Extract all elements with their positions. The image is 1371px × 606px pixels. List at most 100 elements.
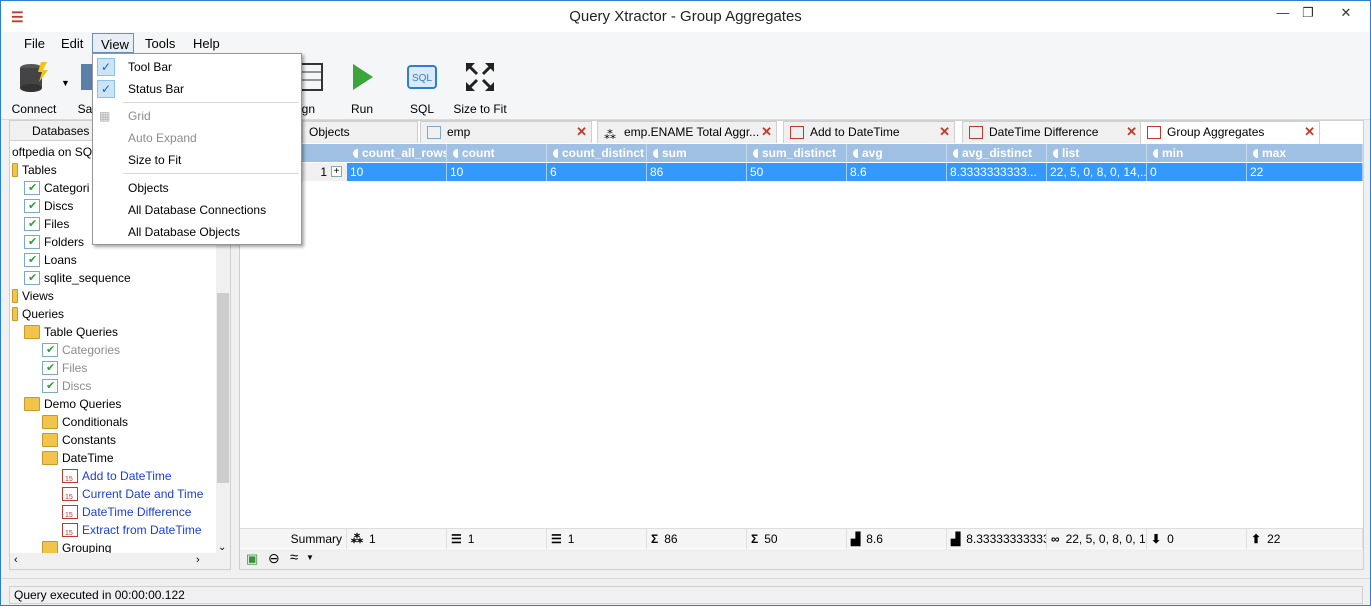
tree-item[interactable]: Categories xyxy=(42,341,120,359)
summary-value: 1 xyxy=(369,532,376,546)
column-header[interactable]: sum xyxy=(647,144,747,162)
tab-datetime-difference[interactable]: DateTime Difference ✕ xyxy=(962,121,1142,143)
menu-help[interactable]: Help xyxy=(193,36,220,51)
table-row[interactable]: 10 10 6 86 50 8.6 8.3333333333... 22, 5, 0, 8, … xyxy=(347,163,1363,181)
tab-databases[interactable]: Databases xyxy=(32,124,89,138)
tree-item[interactable]: Tables xyxy=(12,161,57,179)
table-cell[interactable]: 10 xyxy=(447,163,547,181)
table-cell[interactable]: 10 xyxy=(347,163,447,181)
scroll-thumb[interactable] xyxy=(217,293,229,483)
scroll-left-icon[interactable]: ‹ xyxy=(14,554,18,566)
column-header-label: sum xyxy=(662,146,687,160)
tab-emp-ename-total-aggr-[interactable]: ⁂ emp.ENAME Total Aggr... ✕ xyxy=(597,121,777,143)
table-cell[interactable]: 6 xyxy=(547,163,647,181)
status-bar: Query executed in 00:00:00.122 xyxy=(1,578,1370,605)
tree-root[interactable]: oftpedia on SQ xyxy=(12,143,92,161)
column-header-label: max xyxy=(1262,146,1287,160)
tree-item[interactable]: Categori xyxy=(24,179,89,197)
scroll-right-icon[interactable]: › xyxy=(196,554,200,566)
tree-item-label: Add to DateTime xyxy=(82,469,172,483)
table-cell[interactable]: 86 xyxy=(647,163,747,181)
folder-icon xyxy=(24,397,40,411)
tree-item[interactable]: Add to DateTime xyxy=(62,467,172,489)
sql-button[interactable]: SQL SQL xyxy=(394,60,450,116)
table-cell[interactable]: 8.6 xyxy=(847,163,947,181)
run-button[interactable]: Run xyxy=(334,60,390,116)
zoom-out-icon[interactable]: ⊖ xyxy=(268,550,280,567)
menu-view[interactable]: View xyxy=(92,33,134,53)
column-header[interactable]: min xyxy=(1147,144,1247,162)
tree-item[interactable]: Views xyxy=(12,287,54,305)
approx-dropdown-icon[interactable]: ▼ xyxy=(306,553,314,562)
tree-item[interactable]: Files xyxy=(42,359,87,377)
column-type-icon xyxy=(553,149,558,158)
table-cell[interactable]: 22 xyxy=(1247,163,1363,181)
filter-icon[interactable]: ▣ xyxy=(246,551,258,567)
tree-item-label: Extract from DateTime xyxy=(82,523,202,537)
close-tab-icon[interactable]: ✕ xyxy=(1304,122,1315,142)
scroll-down-icon[interactable]: ⌄ xyxy=(218,542,226,553)
expand-row-icon[interactable]: + xyxy=(331,166,342,177)
menu-item-all-database-connections[interactable]: All Database Connections xyxy=(93,199,301,221)
column-header[interactable]: avg_distinct xyxy=(947,144,1047,162)
menu-item-size-to-fit[interactable]: Size to Fit xyxy=(93,149,301,171)
column-header[interactable]: max xyxy=(1247,144,1363,162)
tab-label: Add to DateTime xyxy=(810,125,900,139)
size-to-fit-button[interactable]: Size to Fit xyxy=(452,60,508,116)
table-cell[interactable]: 0 xyxy=(1147,163,1247,181)
menu-file[interactable]: File xyxy=(24,36,45,51)
tree-item[interactable]: DateTime xyxy=(42,449,114,467)
tab-group-aggregates[interactable]: Group Aggregates ✕ xyxy=(1140,121,1320,144)
close-tab-icon[interactable]: ✕ xyxy=(761,122,772,142)
column-header[interactable]: avg xyxy=(847,144,947,162)
tree-item[interactable]: Discs xyxy=(24,197,73,215)
tree-item[interactable]: Table Queries xyxy=(24,323,118,341)
tree-item[interactable]: Files xyxy=(24,215,69,233)
tab-objects[interactable]: Objects xyxy=(302,121,418,143)
close-icon[interactable]: ✕ xyxy=(1323,5,1369,25)
connect-button[interactable]: Connect xyxy=(6,60,62,116)
minimize-icon[interactable]: — xyxy=(1271,5,1295,25)
column-header[interactable]: count_all_rows xyxy=(347,144,447,162)
tree-item[interactable]: Grouping xyxy=(42,539,111,553)
close-tab-icon[interactable]: ✕ xyxy=(576,122,587,142)
menu-edit[interactable]: Edit xyxy=(61,36,83,51)
column-header[interactable]: count_distinct xyxy=(547,144,647,162)
tree-item[interactable]: Loans xyxy=(24,251,77,269)
menu-item-all-database-objects[interactable]: All Database Objects xyxy=(93,221,301,243)
tree-item-label: Discs xyxy=(44,199,74,213)
tree-item[interactable]: Queries xyxy=(12,305,64,323)
close-tab-icon[interactable]: ✕ xyxy=(1126,122,1137,142)
menu-item-tool-bar[interactable]: ✓ Tool Bar xyxy=(93,56,301,78)
tree-horizontal-scrollbar[interactable]: ‹ › xyxy=(10,553,230,569)
aggregate-icon: ∞ xyxy=(1051,532,1060,546)
table-icon xyxy=(24,251,40,269)
tree-item[interactable]: DateTime Difference xyxy=(62,503,191,525)
tree-item-label: Queries xyxy=(22,307,65,321)
tab-emp[interactable]: emp ✕ xyxy=(420,121,592,143)
tree-item[interactable]: Constants xyxy=(42,431,116,449)
connect-dropdown-icon[interactable]: ▼ xyxy=(61,78,70,88)
tree-item[interactable]: Discs xyxy=(42,377,91,395)
tree-item[interactable]: Current Date and Time xyxy=(62,485,203,507)
approx-icon[interactable]: ≈ xyxy=(290,549,298,566)
maximize-icon[interactable]: ❐ xyxy=(1296,5,1320,25)
tree-item[interactable]: Folders xyxy=(24,233,84,251)
menu-tools[interactable]: Tools xyxy=(145,36,175,51)
column-header[interactable]: sum_distinct xyxy=(747,144,847,162)
tree-item[interactable]: Conditionals xyxy=(42,413,128,431)
menu-item-status-bar[interactable]: ✓ Status Bar xyxy=(93,78,301,100)
tree-item[interactable]: Demo Queries xyxy=(24,395,121,413)
table-cell[interactable]: 22, 5, 0, 8, 0, 14,... xyxy=(1047,163,1147,181)
tree-item[interactable]: Extract from DateTime xyxy=(62,521,202,543)
table-cell[interactable]: 50 xyxy=(747,163,847,181)
tab-add-to-datetime[interactable]: Add to DateTime ✕ xyxy=(783,121,955,143)
table-cell[interactable]: 8.3333333333... xyxy=(947,163,1047,181)
tree-item[interactable]: sqlite_sequence xyxy=(24,269,131,287)
tree-item-label: Folders xyxy=(44,235,85,249)
column-header[interactable]: count xyxy=(447,144,547,162)
close-tab-icon[interactable]: ✕ xyxy=(939,122,950,142)
column-header-label: count xyxy=(462,146,495,160)
column-header[interactable]: list xyxy=(1047,144,1147,162)
menu-item-objects[interactable]: Objects xyxy=(93,177,301,199)
